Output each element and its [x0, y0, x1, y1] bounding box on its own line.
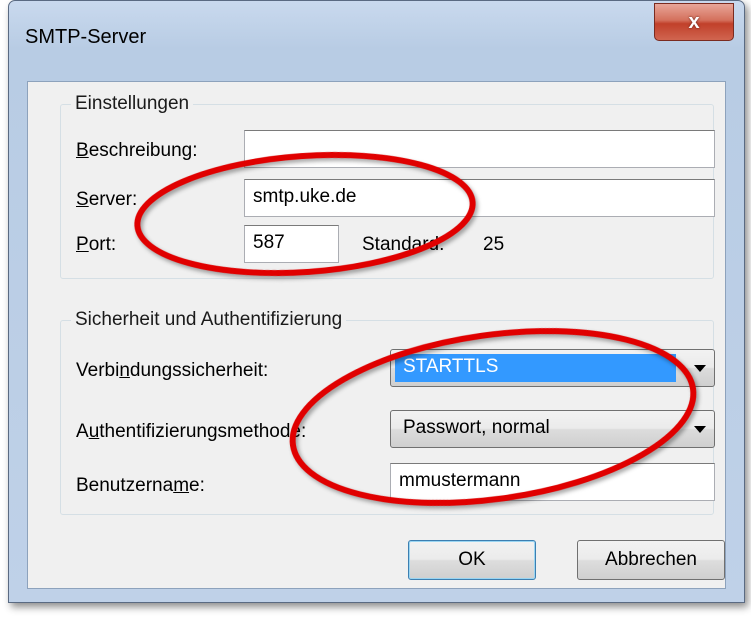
port-label: Port: — [76, 234, 117, 255]
ok-button[interactable]: OK — [408, 540, 536, 580]
close-button[interactable]: x — [654, 3, 734, 41]
cancel-button[interactable]: Abbrechen — [577, 540, 725, 580]
connection-security-label: Verbindungssicherheit: — [76, 360, 269, 381]
description-input[interactable] — [244, 130, 715, 168]
auth-method-value: Passwort, normal — [403, 417, 550, 438]
chevron-down-icon — [694, 426, 706, 433]
server-label: Server: — [76, 189, 138, 210]
dialog-window: SMTP-Server x Einstellungen Beschreibung… — [8, 0, 745, 603]
connection-security-value: STARTTLS — [395, 354, 676, 382]
port-input[interactable]: 587 — [244, 225, 339, 263]
chevron-down-icon — [694, 365, 706, 372]
server-input[interactable]: smtp.uke.de — [244, 179, 715, 217]
close-icon: x — [688, 10, 700, 33]
security-group-legend: Sicherheit und Authentifizierung — [71, 309, 347, 331]
connection-security-select[interactable]: STARTTLS — [390, 349, 715, 387]
username-label: Benutzername: — [76, 475, 205, 496]
default-port-label: Standard: — [362, 234, 445, 255]
settings-group-legend: Einstellungen — [71, 93, 194, 115]
auth-method-select[interactable]: Passwort, normal — [390, 410, 715, 448]
dialog-body: Einstellungen Beschreibung: Server: smtp… — [27, 81, 726, 589]
title-bar: SMTP-Server x — [9, 1, 744, 79]
auth-method-label: Authentifizierungsmethode: — [76, 421, 307, 442]
default-port-value: 25 — [483, 234, 505, 255]
window-title: SMTP-Server — [25, 26, 147, 48]
description-label: Beschreibung: — [76, 140, 198, 161]
username-input[interactable]: mmustermann — [390, 463, 715, 501]
